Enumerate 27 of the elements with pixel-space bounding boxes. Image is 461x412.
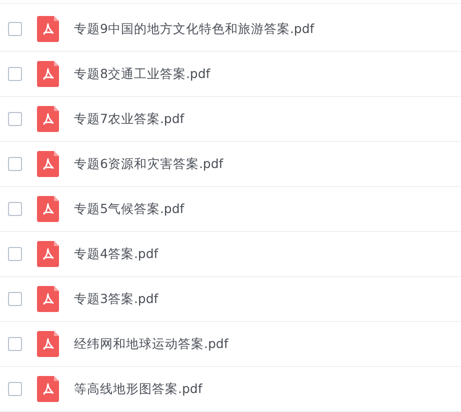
file-name[interactable]: 专题7农业答案.pdf <box>74 110 184 128</box>
checkbox[interactable] <box>8 337 22 351</box>
file-name[interactable]: 专题9中国的地方文化特色和旅游答案.pdf <box>74 20 314 38</box>
pdf-file-icon <box>37 16 59 42</box>
pdf-file-icon <box>37 196 59 222</box>
checkbox[interactable] <box>8 292 22 306</box>
pdf-file-icon <box>37 331 59 357</box>
checkbox[interactable] <box>8 382 22 396</box>
file-name[interactable]: 专题4答案.pdf <box>74 244 158 264</box>
pdf-file-icon <box>37 106 59 132</box>
file-name[interactable]: 专题8交通工业答案.pdf <box>74 64 210 84</box>
file-name[interactable]: 专题6资源和灾害答案.pdf <box>74 154 224 174</box>
file-name[interactable]: 经纬网和地球运动答案.pdf <box>74 334 228 354</box>
checkbox[interactable] <box>8 112 22 126</box>
pdf-file-icon <box>37 61 59 87</box>
checkbox[interactable] <box>8 202 22 216</box>
checkbox[interactable] <box>8 22 22 36</box>
file-name[interactable]: 专题5气候答案.pdf <box>74 200 184 218</box>
checkbox[interactable] <box>8 247 22 261</box>
pdf-file-icon <box>37 376 59 402</box>
pdf-file-icon <box>37 241 59 267</box>
pdf-file-icon <box>37 286 59 312</box>
pdf-file-icon <box>37 151 59 177</box>
file-name[interactable]: 专题3答案.pdf <box>74 290 158 308</box>
checkbox[interactable] <box>8 157 22 171</box>
checkbox[interactable] <box>8 67 22 81</box>
file-name[interactable]: 等高线地形图答案.pdf <box>74 380 202 398</box>
